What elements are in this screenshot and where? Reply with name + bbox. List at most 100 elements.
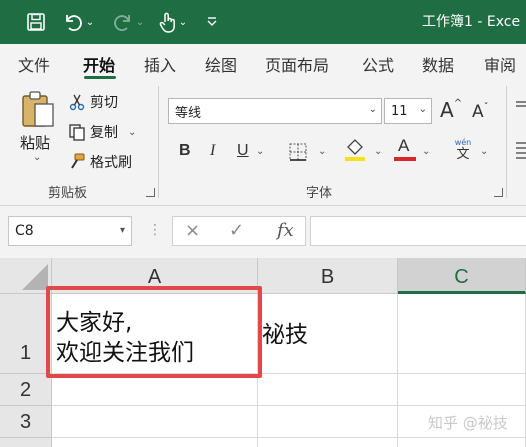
cell-b1-text: 祕技 (262, 322, 308, 348)
fill-color-swatch (345, 157, 365, 161)
bold-button[interactable]: B (179, 142, 191, 160)
active-tab-indicator (84, 76, 116, 79)
highlight-annotation-box (46, 286, 262, 378)
cancel-icon[interactable]: × (185, 220, 200, 241)
align-top-icon[interactable] (516, 100, 526, 120)
tab-insert[interactable]: 插入 (144, 52, 176, 76)
font-color-button[interactable]: A (394, 136, 416, 162)
format-painter-button[interactable]: 格式刷 (68, 152, 132, 172)
copy-button[interactable]: 复制 ⌄ (68, 122, 136, 142)
format-painter-icon (71, 153, 85, 169)
row-header-2[interactable]: 2 (0, 374, 52, 406)
paste-icon (22, 91, 54, 127)
underline-dropdown-icon[interactable]: ⌄ (256, 146, 264, 157)
phonetic-dropdown-icon[interactable]: ⌄ (480, 146, 488, 157)
phonetic-char: 文 (456, 147, 470, 162)
ribbon-tabs: 文件 开始 插入 绘图 页面布局 公式 数据 审阅 (0, 44, 526, 82)
cell-b3[interactable] (258, 406, 398, 438)
underline-button[interactable]: U (237, 142, 249, 160)
cell-a4[interactable] (52, 438, 258, 447)
copy-dropdown-icon[interactable]: ⌄ (128, 127, 136, 138)
redo-dropdown-icon[interactable]: ⌄ (136, 17, 144, 28)
tab-draw[interactable]: 绘图 (205, 52, 237, 76)
column-header-c[interactable]: C (398, 258, 526, 294)
tab-formulas[interactable]: 公式 (362, 52, 394, 76)
touch-mode-icon[interactable]: ⌄ (152, 6, 192, 38)
borders-icon (289, 143, 307, 161)
font-name-select[interactable]: 等线 ⌄ (168, 98, 382, 124)
group-divider (158, 86, 159, 198)
name-box-dropdown-icon[interactable]: ▾ (120, 217, 125, 245)
scissors-icon (69, 94, 85, 111)
cell-a2[interactable] (52, 374, 258, 406)
redo-icon[interactable]: ⌄ (108, 6, 148, 38)
cut-button[interactable]: 剪切 (68, 92, 118, 112)
row-header-1[interactable]: 1 (0, 294, 52, 374)
font-color-swatch (394, 157, 416, 161)
borders-button[interactable] (288, 142, 308, 166)
undo-dropdown-icon[interactable]: ⌄ (86, 17, 94, 28)
increase-font-size-icon[interactable]: A^ (440, 98, 462, 122)
paste-label: 粘贴 (20, 134, 51, 152)
watermark: 知乎 @祕技 (428, 414, 508, 432)
tab-data[interactable]: 数据 (422, 52, 454, 76)
customize-qat-icon[interactable] (200, 6, 224, 38)
font-group-label: 字体 (306, 186, 333, 201)
font-launcher-icon[interactable] (494, 188, 503, 197)
formula-input[interactable] (310, 216, 526, 246)
formula-bar: C8 ▾ ⋮ × ✓ fx (0, 206, 526, 258)
font-size-select[interactable]: 11 ⌄ (384, 98, 432, 124)
font-color-dropdown-icon[interactable]: ⌄ (422, 146, 430, 157)
insert-function-button[interactable]: fx (277, 220, 294, 241)
fill-color-button[interactable] (344, 138, 366, 166)
paste-dropdown-icon[interactable]: ⌄ (33, 152, 41, 163)
cell-c2[interactable] (398, 374, 526, 406)
row-header-4[interactable] (0, 438, 52, 447)
window-title: 工作簿1 - Exce (422, 14, 521, 30)
group-divider (506, 86, 507, 198)
font-name-value: 等线 (175, 105, 202, 121)
font-color-letter: A (398, 136, 410, 155)
cell-c1[interactable] (398, 294, 526, 374)
copy-icon (69, 124, 85, 141)
select-all-button[interactable] (0, 258, 52, 294)
copy-label: 复制 (90, 125, 118, 141)
name-box-value: C8 (15, 223, 34, 239)
cell-c4[interactable] (398, 438, 526, 447)
formula-buttons: × ✓ fx (172, 216, 306, 246)
fill-color-dropdown-icon[interactable]: ⌄ (374, 146, 382, 157)
formula-bar-splitter[interactable]: ⋮ (148, 222, 162, 238)
chevron-down-icon: ⌄ (368, 104, 377, 115)
align-left-icon[interactable] (516, 140, 526, 164)
clipboard-group-label: 剪贴板 (48, 186, 88, 201)
clipboard-launcher-icon[interactable] (146, 188, 155, 197)
tab-home[interactable]: 开始 (83, 52, 115, 76)
tab-file[interactable]: 文件 (18, 52, 50, 76)
borders-dropdown-icon[interactable]: ⌄ (318, 146, 326, 157)
italic-button[interactable]: I (210, 142, 215, 160)
paint-bucket-icon (345, 139, 365, 161)
phonetic-guide-button[interactable]: wén 文 (450, 138, 476, 162)
cell-a3[interactable] (52, 406, 258, 438)
phonetic-pinyin: wén (454, 138, 472, 147)
font-size-value: 11 (391, 103, 408, 119)
touch-mode-dropdown-icon[interactable]: ⌄ (179, 17, 187, 28)
decrease-font-size-icon[interactable]: Aˇ (472, 102, 489, 122)
column-header-b[interactable]: B (258, 258, 398, 294)
title-bar: ⌄ ⌄ ⌄ 工作簿1 - Exce (0, 0, 526, 44)
paste-button[interactable] (18, 90, 58, 134)
name-box[interactable]: C8 ▾ (8, 216, 132, 246)
cell-b2[interactable] (258, 374, 398, 406)
save-icon[interactable] (22, 6, 50, 38)
cut-label: 剪切 (90, 95, 118, 111)
format-painter-label: 格式刷 (90, 155, 132, 171)
cell-b4[interactable] (258, 438, 398, 447)
undo-icon[interactable]: ⌄ (58, 6, 98, 38)
select-all-icon (22, 264, 48, 290)
worksheet-grid: A B C 1 2 3 大家好, 欢迎关注我们 祕技 知乎 @祕技 (0, 258, 526, 447)
chevron-down-icon: ⌄ (418, 104, 427, 115)
tab-review[interactable]: 审阅 (484, 52, 516, 76)
row-header-3[interactable]: 3 (0, 406, 52, 438)
enter-icon[interactable]: ✓ (229, 220, 244, 241)
tab-page-layout[interactable]: 页面布局 (265, 52, 329, 76)
